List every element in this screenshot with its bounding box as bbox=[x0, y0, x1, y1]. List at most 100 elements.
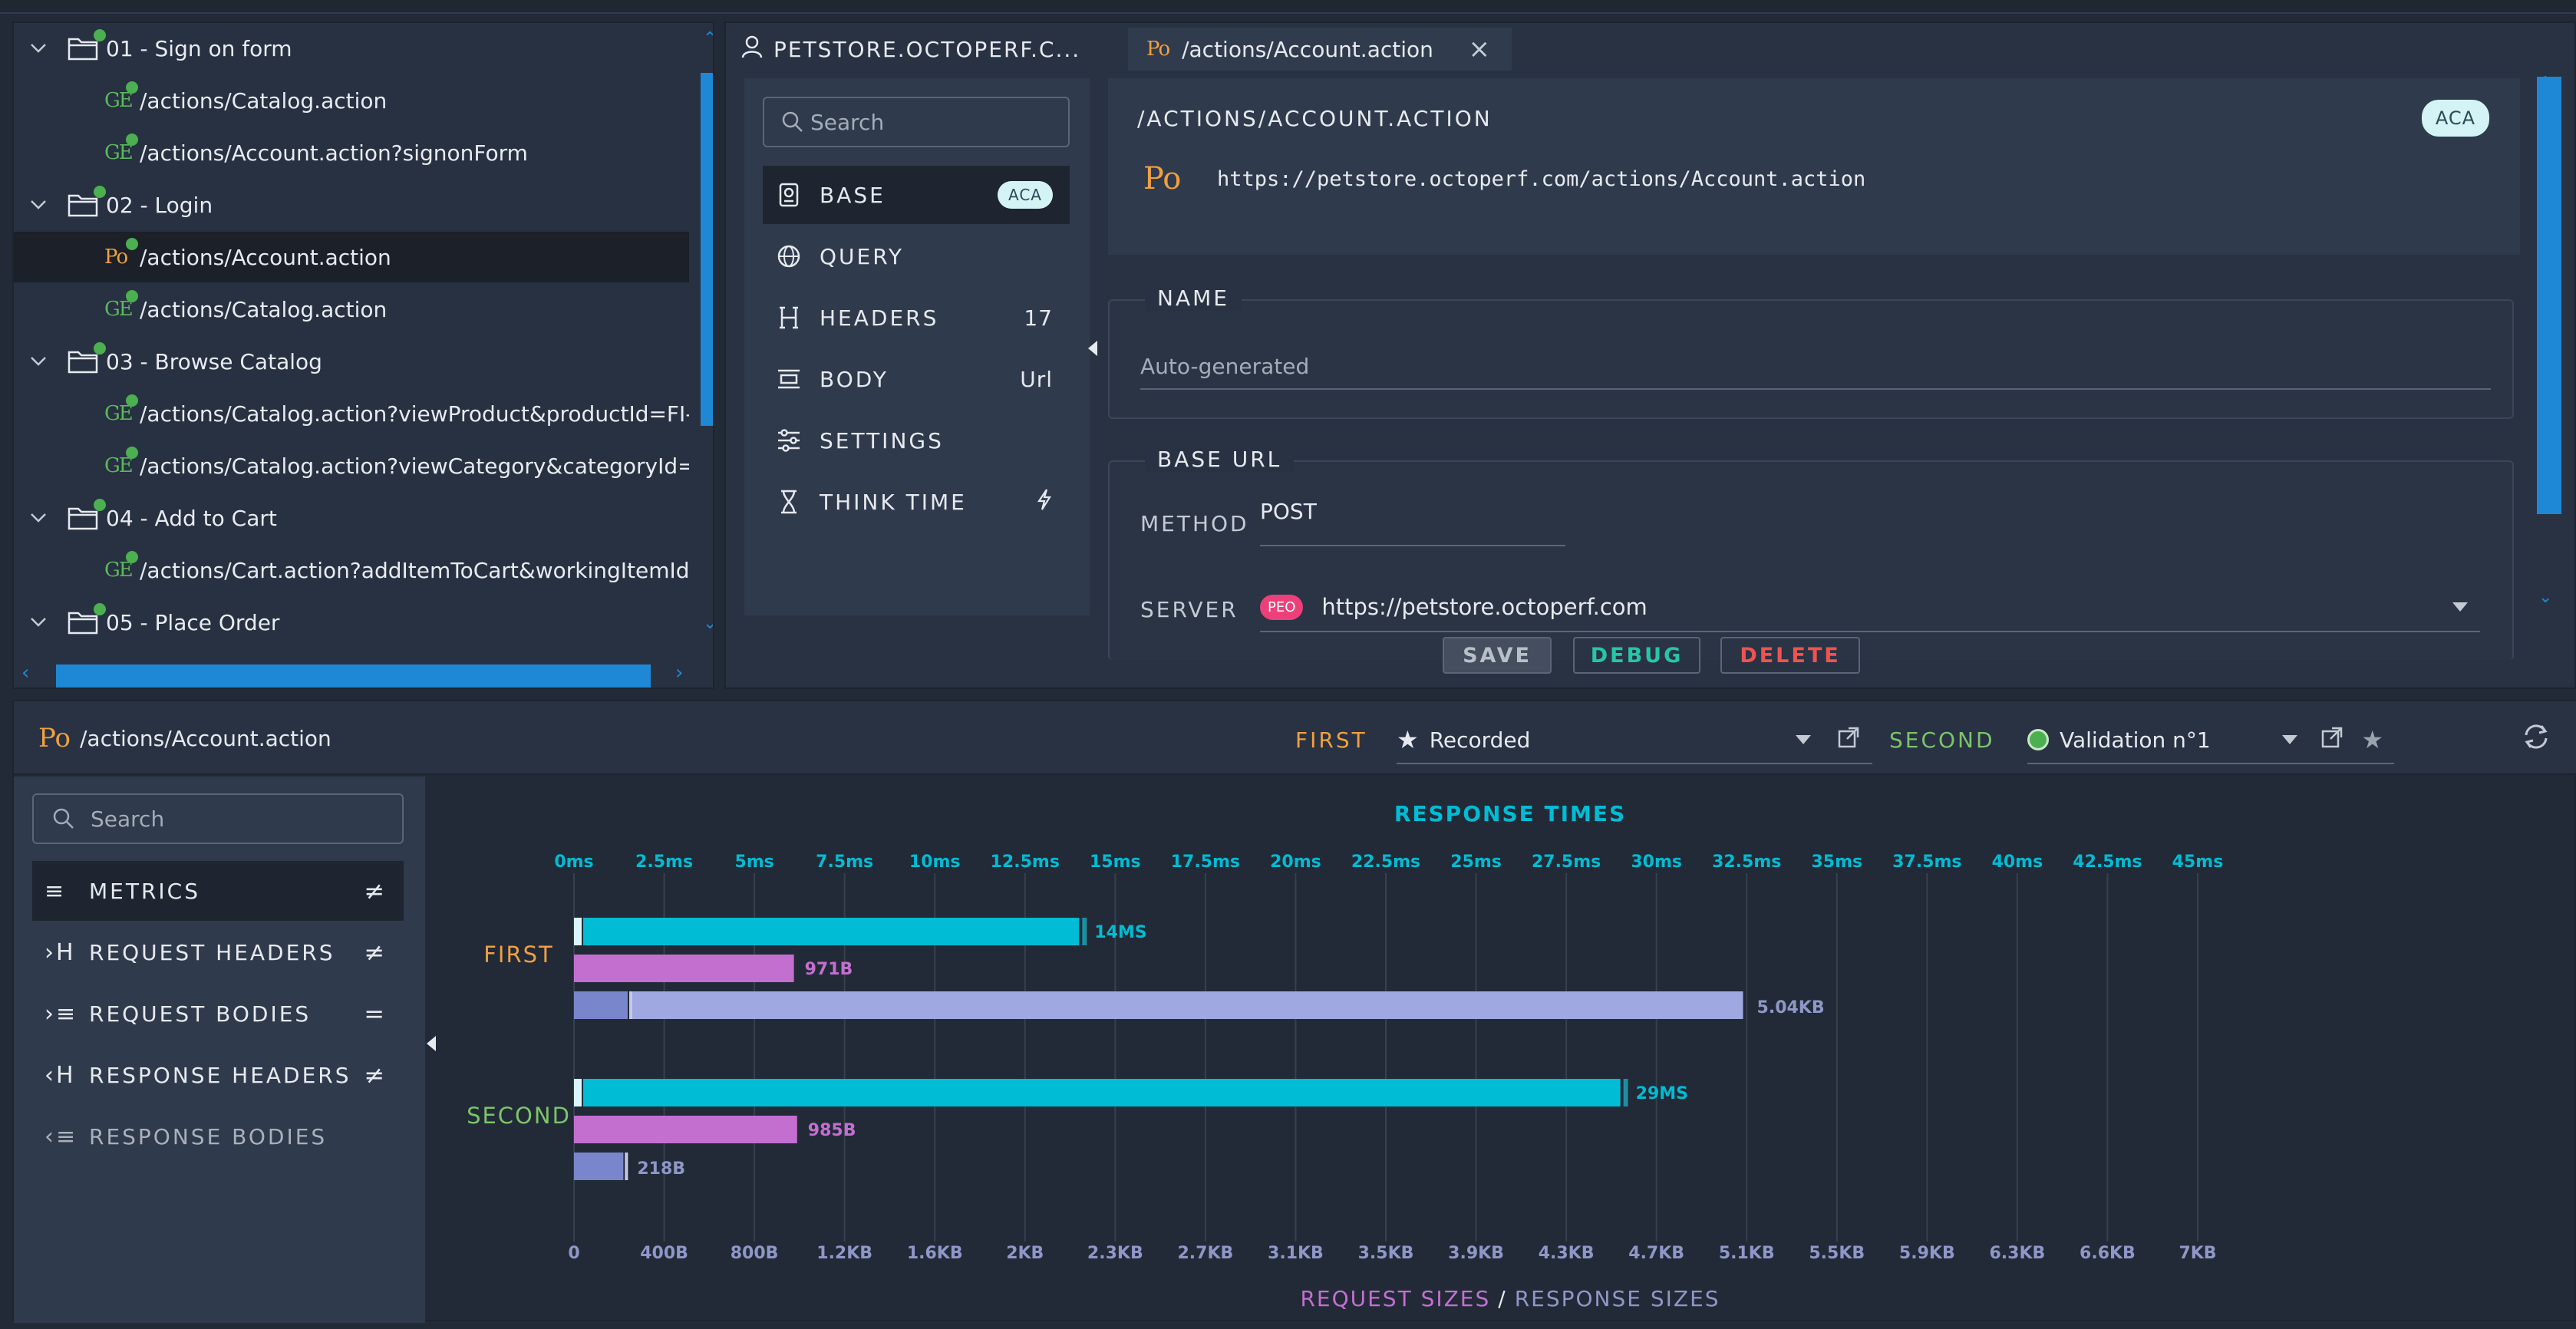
chevron-down-icon[interactable] bbox=[28, 194, 49, 216]
bottom-axis-tick: 1.2KB bbox=[816, 1244, 872, 1263]
tree-request-label: /actions/Cart.action?addItemToCart&worki… bbox=[140, 557, 689, 583]
menu-item-headers[interactable]: HEADERS 17 bbox=[763, 289, 1070, 347]
scroll-down-icon[interactable]: ⌄ bbox=[703, 614, 713, 633]
comparison-item-request-bodies[interactable]: ›≡ REQUEST BODIES = bbox=[32, 984, 404, 1044]
server-select[interactable]: PEO https://petstore.octoperf.com bbox=[1260, 583, 2480, 632]
bottom-axis-tick: 6.3KB bbox=[1989, 1244, 2045, 1263]
search-placeholder: Search bbox=[810, 109, 885, 135]
tree-folder-label: 02 - Login bbox=[106, 192, 213, 218]
editor-vertical-scrollbar[interactable] bbox=[2537, 77, 2561, 514]
bottom-axis-title-part: RESPONSE SIZES bbox=[1515, 1286, 1720, 1311]
response-size-bar-start bbox=[574, 991, 628, 1019]
tree-horizontal-scrollbar[interactable] bbox=[56, 664, 651, 688]
scroll-right-icon[interactable]: › bbox=[675, 661, 683, 684]
chevron-down-icon bbox=[2452, 602, 2468, 612]
tree-vertical-scrollbar[interactable] bbox=[701, 73, 713, 426]
top-axis-tick: 2.5ms bbox=[635, 852, 693, 872]
chevron-down-icon[interactable] bbox=[28, 351, 49, 372]
menu-item-settings[interactable]: SETTINGS bbox=[763, 411, 1070, 470]
headers-icon bbox=[773, 302, 804, 333]
diff-indicator: ≠ bbox=[364, 876, 387, 905]
comparison-item-response-bodies[interactable]: ‹≡ RESPONSE BODIES bbox=[32, 1106, 404, 1166]
tab-virtual-user[interactable]: PETSTORE.OCTOPERF.C... bbox=[741, 28, 1079, 71]
chevron-down-icon[interactable] bbox=[28, 612, 49, 633]
scroll-up-icon[interactable]: ⌃ bbox=[2538, 74, 2552, 93]
comparison-item-response-headers[interactable]: ‹H RESPONSE HEADERS ≠ bbox=[32, 1045, 404, 1105]
tree-folder[interactable]: 03 - Browse Catalog bbox=[14, 336, 689, 387]
tree-request-get[interactable]: GE/actions/Cart.action?addItemToCart&wor… bbox=[14, 545, 689, 595]
request-path-title: /ACTIONS/ACCOUNT.ACTION bbox=[1137, 106, 1492, 131]
menu-item-query[interactable]: QUERY bbox=[763, 227, 1070, 285]
folder-icon bbox=[68, 506, 98, 530]
debug-button[interactable]: DEBUG bbox=[1573, 637, 1700, 674]
tree-folder[interactable]: 02 - Login bbox=[14, 180, 689, 230]
close-tab-icon[interactable]: × bbox=[1469, 34, 1491, 64]
save-button[interactable]: SAVE bbox=[1443, 637, 1552, 674]
tree-request-get[interactable]: GE/actions/Catalog.action?viewCategory&c… bbox=[14, 440, 689, 491]
server-chip: PEO bbox=[1260, 594, 1304, 620]
menu-item-label: SETTINGS bbox=[820, 427, 944, 453]
scroll-down-icon[interactable]: ⌄ bbox=[2538, 588, 2552, 607]
star-outline-icon[interactable]: ★ bbox=[2361, 725, 2383, 754]
scroll-up-icon[interactable]: ⌃ bbox=[703, 29, 713, 48]
diff-indicator: ≠ bbox=[364, 938, 387, 967]
server-value: https://petstore.octoperf.com bbox=[1321, 594, 1648, 620]
scroll-left-icon[interactable]: ‹ bbox=[21, 661, 29, 684]
tree-folder[interactable]: 04 - Add to Cart bbox=[14, 493, 689, 543]
top-axis-tick: 25ms bbox=[1450, 852, 1502, 872]
tree-request-get[interactable]: GE/actions/Account.action?signonForm bbox=[14, 127, 689, 178]
open-external-icon[interactable] bbox=[1837, 726, 1860, 754]
tree-request-get[interactable]: GE/actions/Catalog.action bbox=[14, 75, 689, 126]
menu-item-body[interactable]: BODY Url bbox=[763, 350, 1070, 408]
comparison-title: /actions/Account.action bbox=[80, 726, 331, 751]
comparison-search-input[interactable]: Search bbox=[32, 793, 404, 844]
chevron-down-icon[interactable] bbox=[28, 38, 49, 59]
metrics-icon: ≡ bbox=[45, 877, 67, 905]
status-dot-icon bbox=[94, 499, 106, 511]
post-method-icon: Po bbox=[104, 246, 128, 269]
folder-icon bbox=[68, 610, 98, 635]
tree-folder[interactable]: 05 - Place Order bbox=[14, 597, 689, 648]
tab-label: /actions/Account.action bbox=[1182, 36, 1433, 62]
second-result-select[interactable]: Validation n°1 ★ bbox=[2027, 717, 2394, 764]
collapse-menu-icon[interactable] bbox=[1088, 341, 1097, 356]
menu-search-input[interactable]: Search bbox=[763, 97, 1070, 147]
tree-request-post[interactable]: Po/actions/Account.action bbox=[14, 232, 689, 282]
tab-request[interactable]: Po /actions/Account.action × bbox=[1128, 28, 1512, 71]
tree-folder-label: 01 - Sign on form bbox=[106, 35, 292, 61]
tree-request-label: /actions/Account.action bbox=[140, 244, 391, 270]
menu-item-base[interactable]: BASE ACA bbox=[763, 166, 1070, 224]
chevron-down-icon bbox=[1796, 735, 1811, 744]
top-axis-tick: 15ms bbox=[1090, 852, 1141, 872]
method-select[interactable]: POST bbox=[1260, 499, 1565, 546]
status-dot-icon bbox=[94, 342, 106, 355]
open-external-icon[interactable] bbox=[2320, 726, 2343, 754]
tab-label: PETSTORE.OCTOPERF.C... bbox=[773, 36, 1081, 62]
chevron-down-icon[interactable] bbox=[28, 507, 49, 529]
tree-request-label: /actions/Account.action?signonForm bbox=[140, 140, 528, 166]
method-label: METHOD bbox=[1140, 511, 1249, 536]
status-success-icon bbox=[2027, 729, 2049, 750]
swap-icon[interactable] bbox=[2522, 721, 2551, 755]
name-input[interactable]: Auto-generated bbox=[1140, 344, 2491, 390]
response-size-label: 218B bbox=[637, 1159, 685, 1179]
globe-icon bbox=[773, 241, 804, 272]
delete-button[interactable]: DELETE bbox=[1720, 637, 1860, 674]
first-result-select[interactable]: ★ Recorded bbox=[1397, 717, 1872, 764]
comparison-item-metrics[interactable]: ≡ METRICS ≠ bbox=[32, 861, 404, 921]
folder-icon bbox=[68, 349, 98, 374]
menu-item-think-time[interactable]: THINK TIME bbox=[763, 473, 1070, 531]
second-label: SECOND bbox=[1889, 727, 1995, 753]
top-axis-tick: 10ms bbox=[909, 852, 961, 872]
method-value: POST bbox=[1260, 499, 1317, 524]
tree-request-get[interactable]: GE/actions/Catalog.action bbox=[14, 284, 689, 335]
diff-indicator: = bbox=[364, 999, 387, 1028]
status-dot-icon bbox=[126, 394, 138, 407]
tree-request-get[interactable]: GE/actions/Catalog.action?viewProduct&pr… bbox=[14, 388, 689, 439]
tree-folder[interactable]: 01 - Sign on form bbox=[14, 23, 689, 74]
bottom-axis-tick: 2.7KB bbox=[1177, 1244, 1233, 1263]
status-dot-icon bbox=[126, 238, 138, 250]
comparison-item-request-headers[interactable]: ›H REQUEST HEADERS ≠ bbox=[32, 922, 404, 982]
search-icon bbox=[781, 110, 804, 139]
collapse-menu-icon[interactable] bbox=[427, 1036, 436, 1051]
